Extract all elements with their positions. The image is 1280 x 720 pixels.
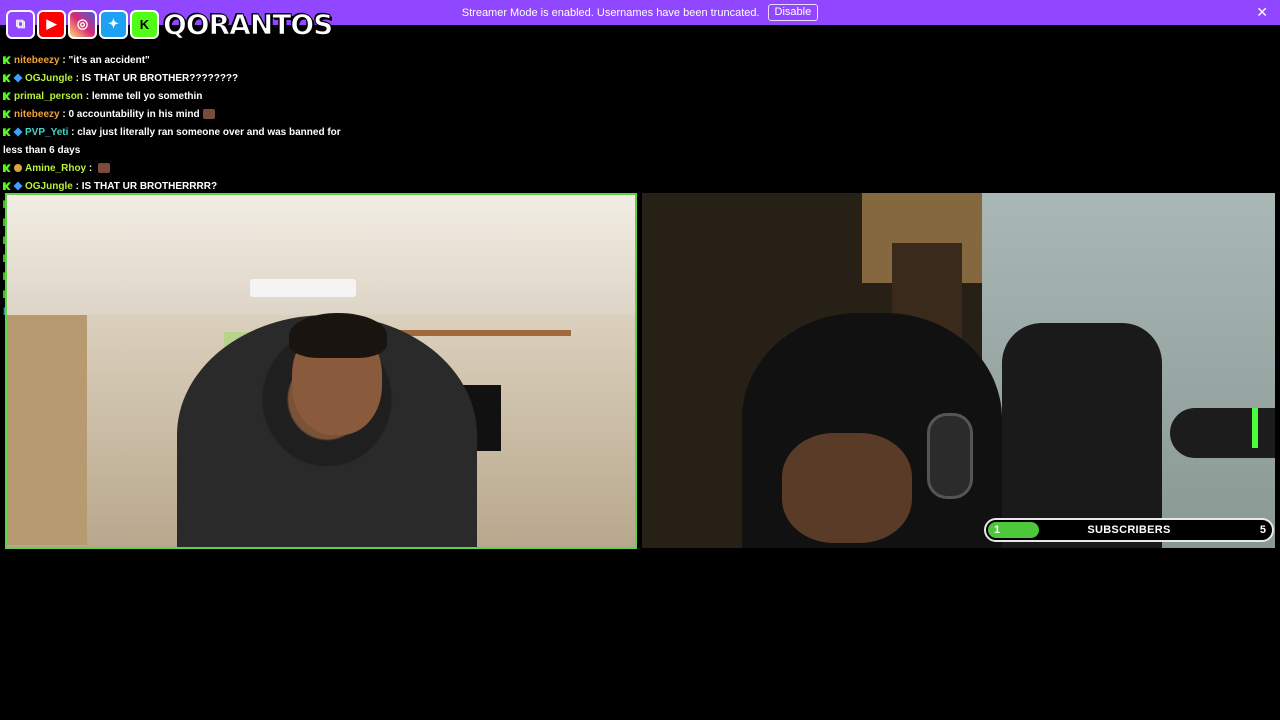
chat-username[interactable]: nitebeezy — [14, 109, 60, 120]
gem-badge-icon — [13, 181, 23, 191]
brand-name: QORANTOS — [162, 7, 333, 41]
close-icon[interactable]: ✕ — [1256, 4, 1268, 20]
gem-badge-icon — [13, 127, 23, 137]
chat-username[interactable]: OGJungle — [25, 181, 73, 192]
instagram-icon: ◎ — [68, 9, 97, 39]
chat-message: PVP_Yeti : clav just literally ran someo… — [3, 127, 341, 156]
streamer-camera-video — [642, 193, 1275, 548]
kick-badge-icon — [3, 164, 11, 173]
twitter-icon: ✦ — [99, 9, 128, 39]
guest-camera-video — [5, 193, 637, 549]
kick-icon: K — [130, 9, 159, 39]
youtube-icon: ▶ — [37, 9, 66, 39]
chat-message: nitebeezy : "it's an accident" — [3, 52, 353, 70]
kick-badge-icon — [3, 128, 11, 137]
chat-username[interactable]: PVP_Yeti — [25, 127, 68, 138]
disable-button[interactable]: Disable — [767, 4, 819, 21]
emote-icon — [98, 163, 111, 174]
chat-text: IS THAT UR BROTHER???????? — [81, 73, 239, 84]
banner-text: Streamer Mode is enabled. Usernames have… — [461, 6, 760, 19]
chat-message: nitebeezy : 0 accountability in his mind — [3, 106, 353, 124]
emote-icon — [202, 109, 215, 120]
chat-username[interactable]: nitebeezy — [14, 55, 60, 66]
subscriber-goal-bar: 1 SUBSCRIBERS 5 — [984, 518, 1274, 542]
kick-badge-icon — [3, 74, 11, 83]
chat-message: primal_person : lemme tell yo somethin — [3, 88, 353, 106]
chat-text: 0 accountability in his mind — [68, 109, 200, 120]
kick-badge-icon — [3, 110, 11, 119]
kick-badge-icon — [3, 56, 11, 65]
twitch-icon: ⧉ — [6, 9, 35, 39]
chat-username[interactable]: Amine_Rhoy — [25, 163, 86, 174]
kick-badge-icon — [3, 182, 11, 191]
chat-message: OGJungle : IS THAT UR BROTHER???????? — [3, 70, 353, 88]
kick-badge-icon — [3, 92, 11, 101]
subscriber-goal: 5 — [1259, 524, 1266, 536]
subscriber-label: SUBSCRIBERS — [1087, 524, 1171, 536]
chat-text: lemme tell yo somethin — [91, 91, 203, 102]
chat-text: IS THAT UR BROTHERRRR? — [81, 181, 218, 192]
hand-badge-icon — [14, 164, 22, 173]
channel-logo: ⧉ ▶ ◎ ✦ K QORANTOS — [6, 2, 334, 46]
chat-text: "it's an accident" — [68, 55, 150, 66]
chat-message: Amine_Rhoy : — [3, 160, 353, 178]
gem-badge-icon — [13, 73, 23, 83]
chat-username[interactable]: OGJungle — [25, 73, 73, 84]
chat-username[interactable]: primal_person — [14, 91, 83, 102]
